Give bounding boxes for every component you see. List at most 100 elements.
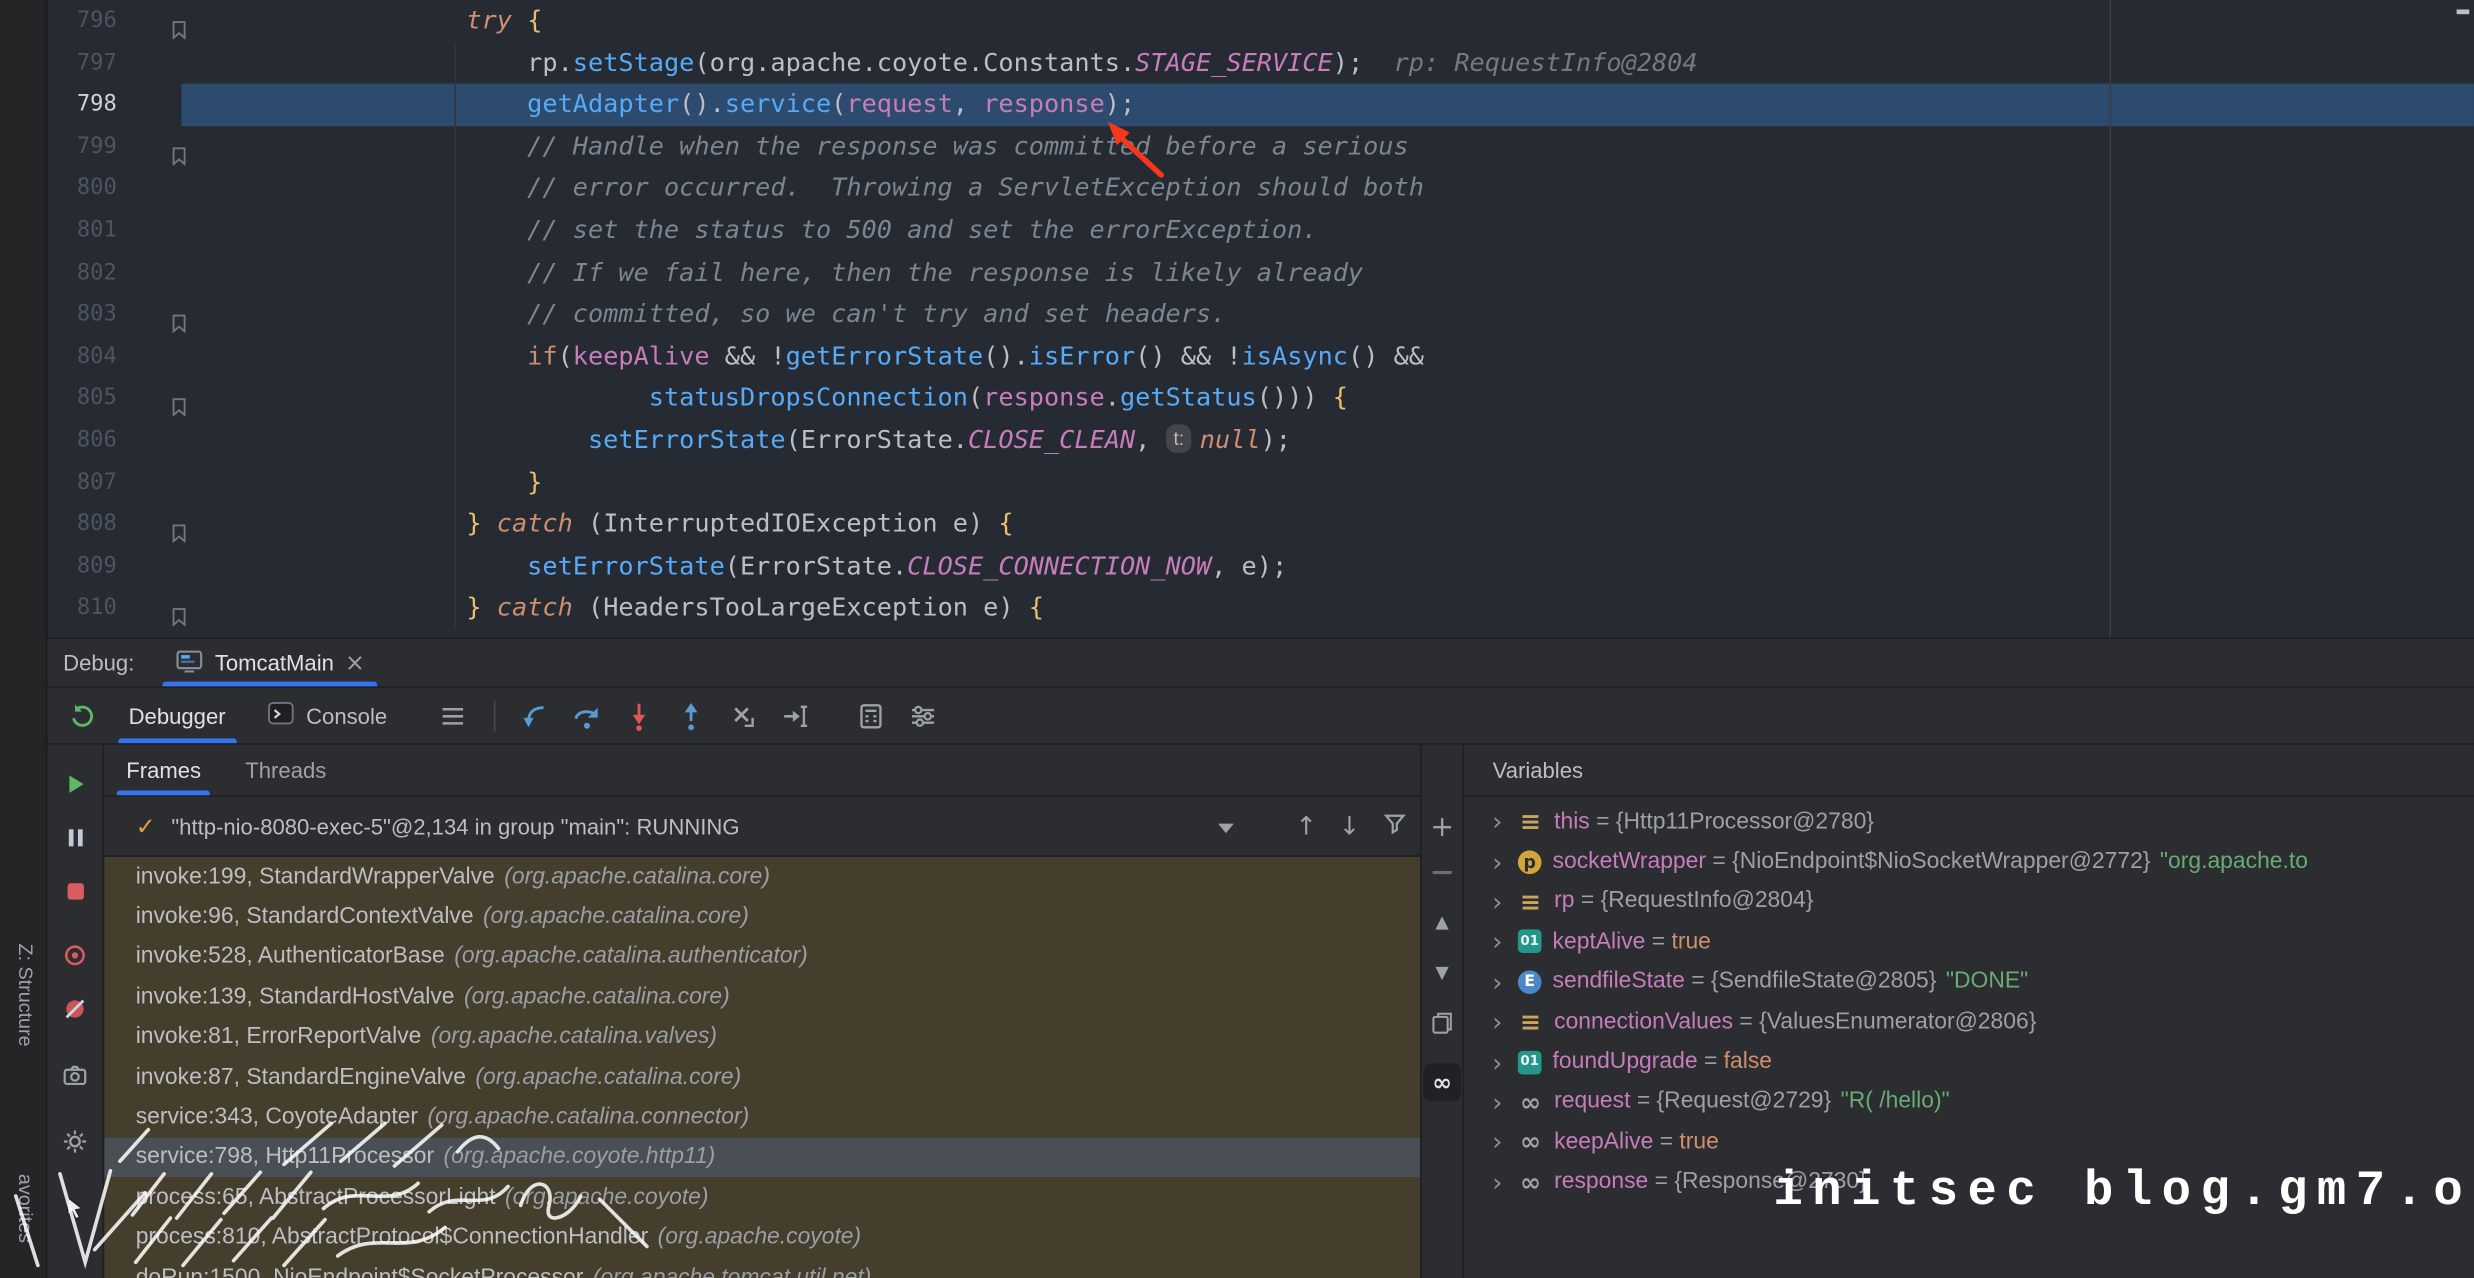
primitive-type-icon: 01 [1518,1050,1542,1074]
expand-chevron-icon[interactable]: › [1483,887,1511,917]
variable-keyword-value: true [1679,1129,1718,1154]
gutter-flag-icon[interactable] [170,389,187,431]
variable-value: {Http11Processor@2780} [1616,809,1874,834]
settings-gear-icon[interactable] [61,1127,89,1155]
stack-frame-row[interactable]: invoke:87, StandardEngineValve(org.apach… [104,1057,1420,1097]
show-watches-icon[interactable]: ∞ [1423,1063,1461,1101]
gutter-flag-icon[interactable] [170,11,187,53]
frames-threads-tabs: Frames Threads [104,745,1420,797]
step-over-icon[interactable] [567,695,608,736]
expand-chevron-icon[interactable]: › [1483,967,1511,997]
hamburger-menu-icon[interactable] [433,695,474,736]
stack-frames-list: invoke:199, StandardWrapperValve(org.apa… [104,857,1420,1278]
expand-chevron-icon[interactable]: › [1483,1127,1511,1157]
editor-scrollbar-mark[interactable] [2457,9,2470,14]
stack-frame-row[interactable]: process:810, AbstractProtocol$Connection… [104,1217,1420,1257]
view-breakpoints-icon[interactable] [61,940,89,968]
thread-selector[interactable]: ✓ "http-nio-8080-exec-5"@2,134 in group … [104,797,1420,857]
stack-frame-row[interactable]: service:798, Http11Processor(org.apache.… [104,1137,1420,1177]
frame-package: (org.apache.catalina.core) [464,984,730,1009]
stack-frame-row[interactable]: invoke:528, AuthenticatorBase(org.apache… [104,937,1420,977]
variable-row-sendfileState[interactable]: ›EsendfileState = {SendfileState@2805}"D… [1464,962,2474,1002]
frames-panel: Frames Threads ✓ "http-nio-8080-exec-5"@… [104,745,1420,1278]
expand-chevron-icon[interactable]: › [1483,927,1511,957]
camera-icon[interactable] [61,1060,89,1088]
variable-row-connectionValues[interactable]: ›≡connectionValues = {ValuesEnumerator@2… [1464,1002,2474,1042]
variable-row-keepAlive[interactable]: ›∞keepAlive = true [1464,1122,2474,1162]
duplicate-icon[interactable] [1429,1010,1454,1035]
tab-frames[interactable]: Frames [104,745,223,795]
object-type-icon: ≡ [1518,889,1543,914]
frame-package: (org.apache.catalina.core) [483,904,749,929]
expand-chevron-icon[interactable]: › [1483,1087,1511,1117]
next-frame-icon[interactable]: ↓ [1339,811,1360,841]
variable-name: foundUpgrade [1553,1049,1698,1074]
watch-type-icon: ∞ [1518,1089,1543,1114]
line-number: 798 [47,84,116,126]
add-watch-icon[interactable]: + [1430,811,1454,844]
gutter-flag-icon[interactable] [170,598,187,637]
stack-frame-row[interactable]: invoke:139, StandardHostValve(org.apache… [104,977,1420,1017]
variable-row-keptAlive[interactable]: ›01keptAlive = true [1464,922,2474,962]
step-into-icon[interactable] [619,695,660,736]
tab-tomcatmain[interactable]: TomcatMain × [156,639,383,686]
frame-location: process:810, AbstractProtocol$Connection… [136,1225,649,1250]
expand-chevron-icon[interactable]: › [1483,1007,1511,1037]
stack-frame-row[interactable]: service:343, CoyoteAdapter(org.apache.ca… [104,1097,1420,1137]
expand-chevron-icon[interactable]: › [1483,1167,1511,1197]
variable-row-rp[interactable]: ›≡rp = {RequestInfo@2804} [1464,882,2474,922]
object-type-icon: ≡ [1518,1009,1543,1034]
variable-row-socketWrapper[interactable]: ›psocketWrapper = {NioEndpoint$NioSocket… [1464,842,2474,882]
run-to-cursor-icon[interactable] [775,695,816,736]
line-number: 806 [47,420,116,462]
drop-frame-icon[interactable] [723,695,764,736]
move-down-icon[interactable]: ▼ [1435,962,1448,983]
tab-console[interactable]: Console [246,688,408,743]
variables-title: Variables [1493,757,1583,782]
expand-chevron-icon[interactable]: › [1483,1047,1511,1077]
layout-settings-icon[interactable] [902,695,943,736]
frames-tab-label: Frames [126,757,201,782]
frame-location: service:343, CoyoteAdapter [136,1105,418,1130]
resume-icon[interactable] [61,770,89,798]
stripe-item-structure[interactable]: Z: Structure [14,944,36,1047]
expand-chevron-icon[interactable]: › [1483,807,1511,837]
tab-debugger[interactable]: Debugger [108,688,246,743]
pause-icon[interactable] [61,824,89,852]
stack-frame-row[interactable]: invoke:81, ErrorReportValve(org.apache.c… [104,1017,1420,1057]
variable-row-this[interactable]: ›≡this = {Http11Processor@2780} [1464,802,2474,842]
hide-frames-filter-icon[interactable] [1382,811,1407,841]
stack-frame-row[interactable]: process:65, AbstractProcessorLight(org.a… [104,1177,1420,1217]
stack-frame-row[interactable]: invoke:199, StandardWrapperValve(org.apa… [104,857,1420,897]
evaluate-expression-icon[interactable] [850,695,891,736]
code-editor[interactable]: 796 try {797 rp.setStage(org.apache.coyo… [47,0,2474,637]
close-tab-icon[interactable]: × [345,648,365,676]
stack-frame-row[interactable]: invoke:96, StandardContextValve(org.apac… [104,897,1420,937]
stripe-item-favorites[interactable]: avorites [14,1174,36,1243]
mute-breakpoints-icon[interactable] [61,994,89,1022]
variable-row-foundUpgrade[interactable]: ›01foundUpgrade = false [1464,1042,2474,1082]
variable-row-request[interactable]: ›∞request = {Request@2729}"R( /hello)" [1464,1082,2474,1122]
gutter-flag-icon[interactable] [170,137,187,179]
pointer-arrow-icon[interactable] [61,1193,89,1221]
stack-frame-row[interactable]: doRun:1500, NioEndpoint$SocketProcessor(… [104,1257,1420,1278]
variable-name: keptAlive [1553,929,1646,954]
variable-name: connectionValues [1554,1009,1733,1034]
variable-name: response [1554,1169,1648,1194]
combo-chevron-icon[interactable] [1218,824,1234,833]
frame-location: invoke:87, StandardEngineValve [136,1064,466,1089]
gutter-flag-icon[interactable] [170,305,187,347]
tab-threads[interactable]: Threads [223,745,348,795]
show-execution-point-icon[interactable] [515,695,556,736]
stop-icon[interactable] [61,877,89,905]
gutter-flag-icon[interactable] [170,515,187,557]
enum-type-icon: E [1518,970,1542,994]
rerun-debug-icon[interactable] [62,695,103,736]
expand-chevron-icon[interactable]: › [1483,847,1511,877]
ide-window: Z: Structure avorites 796 try {797 rp.se… [0,0,2474,1278]
move-up-icon[interactable]: ▲ [1435,912,1448,933]
line-number: 800 [47,168,116,210]
step-out-icon[interactable] [671,695,712,736]
remove-watch-icon[interactable] [1433,871,1452,874]
previous-frame-icon[interactable]: ↑ [1296,811,1317,841]
